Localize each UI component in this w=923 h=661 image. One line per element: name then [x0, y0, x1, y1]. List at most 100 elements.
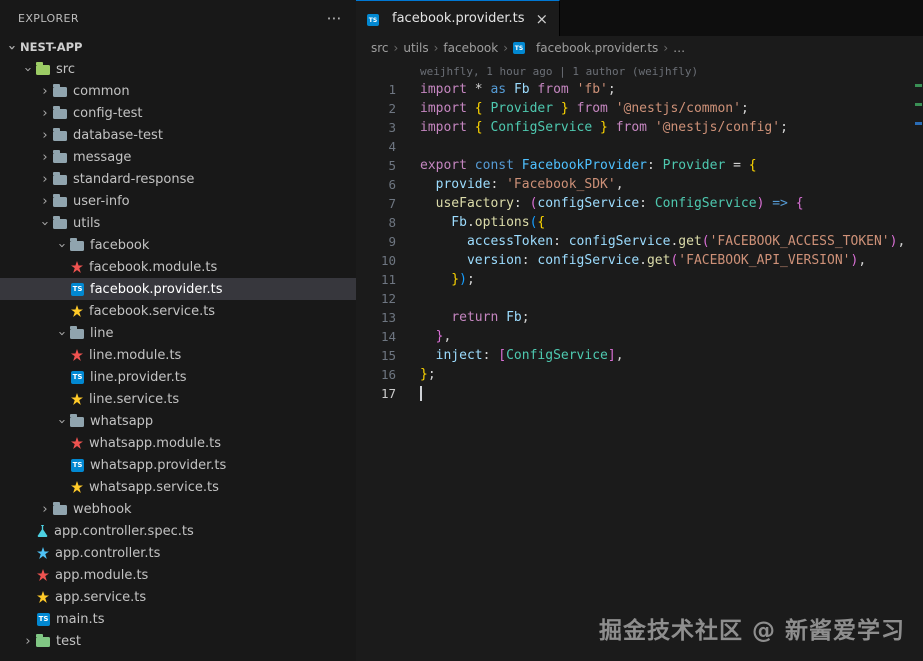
chevron-down-icon[interactable]: › — [54, 415, 70, 428]
tree-item-standard-response[interactable]: › standard-response — [0, 168, 356, 190]
breadcrumb-separator-icon: › — [503, 41, 509, 55]
line-number: 14 — [380, 329, 396, 344]
tree-item-webhook[interactable]: › webhook — [0, 498, 356, 520]
line-number: 12 — [380, 291, 396, 306]
tree-item-whatsapp.provider.ts[interactable]: TS whatsapp.provider.ts — [0, 454, 356, 476]
chevron-down-icon: › — [4, 44, 20, 50]
text-cursor — [420, 386, 422, 401]
tree-item-line[interactable]: › line — [0, 322, 356, 344]
breadcrumb-item-facebook.provider.ts[interactable]: TS facebook.provider.ts — [513, 41, 658, 55]
tree-item-label: standard-response — [73, 171, 195, 187]
code-text: version: configService.get('FACEBOOK_API… — [420, 253, 867, 268]
chevron-down-icon[interactable]: › — [20, 63, 36, 76]
code-line-13: 13 return Fb; — [356, 308, 923, 327]
breadcrumb-item-utils[interactable]: utils — [403, 41, 428, 55]
line-number: 1 — [388, 82, 396, 97]
tree-item-label: test — [56, 633, 81, 649]
tree-item-facebook[interactable]: › facebook — [0, 234, 356, 256]
vscode-window: EXPLORER ⋯ › NEST-APP › src › common › config… — [0, 0, 923, 661]
folder-icon — [70, 414, 84, 427]
code-text: export const FacebookProvider: Provider … — [420, 158, 757, 173]
tree-item-facebook.module.ts[interactable]: facebook.module.ts — [0, 256, 356, 278]
line-number: 11 — [380, 272, 396, 287]
tree-item-facebook.service.ts[interactable]: facebook.service.ts — [0, 300, 356, 322]
code-text: import { ConfigService } from '@nestjs/c… — [420, 120, 788, 135]
tree-item-label: message — [73, 149, 132, 165]
breadcrumb-item-src[interactable]: src — [371, 41, 389, 55]
tree-item-line.module.ts[interactable]: line.module.ts — [0, 344, 356, 366]
tree-item-main.ts[interactable]: TS main.ts — [0, 608, 356, 630]
tree-item-label: utils — [73, 215, 101, 231]
tree-item-message[interactable]: › message — [0, 146, 356, 168]
tree-item-facebook.provider.ts[interactable]: TS facebook.provider.ts — [0, 278, 356, 300]
tree-item-app.controller.spec.ts[interactable]: app.controller.spec.ts — [0, 520, 356, 542]
code-text: Fb.options({ — [420, 215, 546, 230]
tree-item-src[interactable]: › src — [0, 58, 356, 80]
tree-item-label: line.module.ts — [89, 347, 182, 363]
tree-item-database-test[interactable]: › database-test — [0, 124, 356, 146]
chevron-right-icon[interactable]: › — [37, 129, 53, 142]
line-number: 10 — [380, 253, 396, 268]
tree-item-common[interactable]: › common — [0, 80, 356, 102]
breadcrumb-item-…[interactable]: … — [673, 41, 685, 55]
tree-item-line.service.ts[interactable]: line.service.ts — [0, 388, 356, 410]
code-text: import { Provider } from '@nestjs/common… — [420, 101, 749, 116]
nest-service-icon — [71, 481, 83, 493]
tree-item-whatsapp.service.ts[interactable]: whatsapp.service.ts — [0, 476, 356, 498]
ts-icon: TS — [37, 612, 50, 626]
code-editor[interactable]: weijhfly, 1 hour ago | 1 author (weijhfl… — [356, 60, 923, 661]
tab-label: facebook.provider.ts — [392, 11, 525, 26]
explorer-more-icon[interactable]: ⋯ — [327, 11, 342, 26]
tree-item-config-test[interactable]: › config-test — [0, 102, 356, 124]
code-text: return Fb; — [451, 310, 530, 325]
chevron-right-icon[interactable]: › — [20, 635, 36, 648]
nest-service-icon — [71, 393, 83, 405]
root-label: NEST-APP — [20, 40, 83, 54]
chevron-right-icon[interactable]: › — [37, 107, 53, 120]
tree-item-label: whatsapp.provider.ts — [90, 457, 227, 473]
tree-item-app.module.ts[interactable]: app.module.ts — [0, 564, 356, 586]
tree-item-line.provider.ts[interactable]: TS line.provider.ts — [0, 366, 356, 388]
code-line-3: 3 import { ConfigService } from '@nestjs/… — [356, 118, 923, 137]
code-text: inject: [ConfigService], — [420, 348, 624, 363]
tree-item-label: whatsapp — [90, 413, 154, 429]
chevron-right-icon[interactable]: › — [37, 151, 53, 164]
breadcrumb-item-facebook[interactable]: facebook — [443, 41, 498, 55]
folder-icon — [70, 326, 84, 339]
tree-item-app.controller.ts[interactable]: app.controller.ts — [0, 542, 356, 564]
breadcrumb-separator-icon: › — [433, 41, 439, 55]
chevron-right-icon[interactable]: › — [37, 173, 53, 186]
chevron-down-icon[interactable]: › — [54, 327, 70, 340]
chevron-right-icon[interactable]: › — [37, 85, 53, 98]
tree-item-label: app.controller.spec.ts — [54, 523, 194, 539]
folder-icon — [53, 502, 67, 515]
tree-item-app.service.ts[interactable]: app.service.ts — [0, 586, 356, 608]
tree-item-whatsapp[interactable]: › whatsapp — [0, 410, 356, 432]
tree-item-label: facebook.provider.ts — [90, 281, 223, 297]
chevron-down-icon[interactable]: › — [37, 217, 53, 230]
code-line-7: 7 useFactory: (configService: ConfigServ… — [356, 194, 923, 213]
code-text: provide: 'Facebook_SDK', — [420, 177, 624, 192]
chevron-down-icon[interactable]: › — [54, 239, 70, 252]
tree-item-label: line.provider.ts — [90, 369, 187, 385]
tree-item-user-info[interactable]: › user-info — [0, 190, 356, 212]
code-line-6: 6 provide: 'Facebook_SDK', — [356, 175, 923, 194]
tree-item-utils[interactable]: › utils — [0, 212, 356, 234]
code-line-16: 16}; — [356, 365, 923, 384]
code-text: }, — [420, 329, 452, 344]
close-icon[interactable]: × — [535, 10, 548, 28]
tree-item-label: line.service.ts — [89, 391, 180, 407]
tree-root-nest-app[interactable]: › NEST-APP — [0, 36, 356, 58]
tree-item-test[interactable]: › test — [0, 630, 356, 652]
breadcrumb-separator-icon: › — [663, 41, 669, 55]
breadcrumb-label: … — [673, 41, 686, 55]
breadcrumb-label: facebook — [443, 41, 499, 55]
tree-item-whatsapp.module.ts[interactable]: whatsapp.module.ts — [0, 432, 356, 454]
chevron-right-icon[interactable]: › — [37, 195, 53, 208]
code-text: useFactory: (configService: ConfigServic… — [420, 196, 804, 211]
line-number: 7 — [388, 196, 396, 211]
chevron-right-icon[interactable]: › — [37, 503, 53, 516]
tab-facebook-provider[interactable]: TS facebook.provider.ts × — [356, 0, 561, 36]
code-text — [396, 384, 422, 403]
